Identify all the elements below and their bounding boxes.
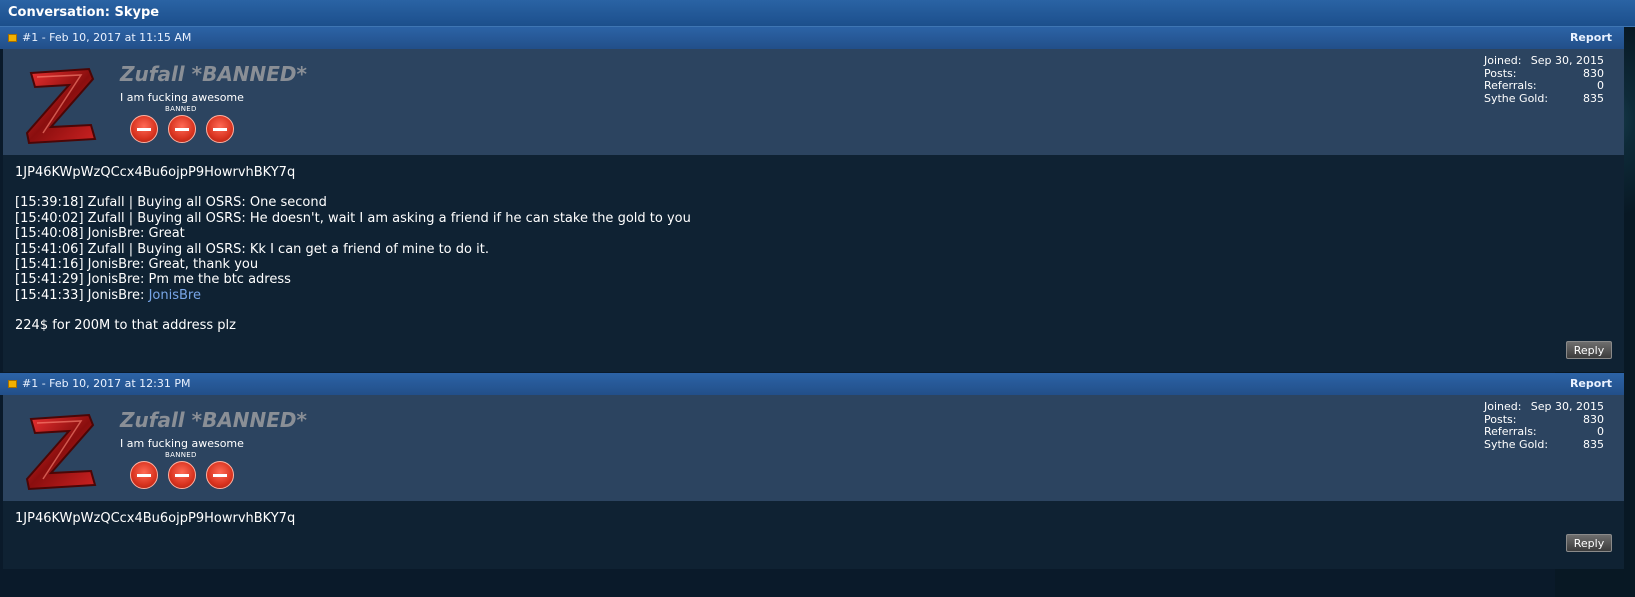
report-link[interactable]: Report [1570, 31, 1612, 44]
post-body: 1JP46KWpWzQCcx4Bu6ojpP9HowrvhBKY7q Reply [3, 501, 1624, 569]
stat-value: 835 [1583, 91, 1604, 105]
no-entry-icon [206, 115, 234, 143]
message-line: 1JP46KWpWzQCcx4Bu6ojpP9HowrvhBKY7q [15, 165, 296, 180]
banned-label: BANNED [165, 451, 197, 459]
post-body: 1JP46KWpWzQCcx4Bu6ojpP9HowrvhBKY7q [15:3… [3, 155, 1624, 372]
post-header: #1 - Feb 10, 2017 at 11:15 AM Report [0, 27, 1624, 49]
stat-value: 0 [1597, 425, 1604, 438]
reply-button[interactable]: Reply [1566, 341, 1612, 359]
no-entry-icon [168, 461, 196, 489]
post-header: #1 - Feb 10, 2017 at 12:31 PM Report [0, 373, 1624, 395]
stat-value: Sep 30, 2015 [1530, 400, 1604, 413]
stat-label: Sythe Gold: [1484, 91, 1549, 105]
message-line: [15:41:29] JonisBre: Pm me the btc adres… [15, 272, 291, 287]
post-icon [8, 34, 17, 42]
message-line: [15:41:06] Zufall | Buying all OSRS: Kk … [15, 242, 489, 257]
conversation-title: Conversation: Skype [8, 5, 160, 20]
no-entry-icon [130, 461, 158, 489]
username[interactable]: Zufall *BANNED* [120, 408, 307, 432]
report-link[interactable]: Report [1570, 377, 1612, 390]
message-line: [15:40:02] Zufall | Buying all OSRS: He … [15, 211, 691, 226]
no-entry-icon [130, 115, 158, 143]
message-line: [15:39:18] Zufall | Buying all OSRS: One… [15, 195, 327, 210]
stat-value: 835 [1583, 437, 1604, 451]
stat-label: Joined: [1484, 400, 1522, 413]
message-line: [15:40:08] JonisBre: Great [15, 226, 185, 241]
stat-value: 0 [1597, 79, 1604, 92]
reply-button[interactable]: Reply [1566, 534, 1612, 552]
message-line: [15:41:16] JonisBre: Great, thank you [15, 257, 259, 272]
message-line: [15:41:33] JonisBre: JonisBre [15, 288, 201, 303]
user-title: I am fucking awesome [120, 91, 244, 104]
stat-label: Sythe Gold: [1484, 437, 1549, 451]
user-title: I am fucking awesome [120, 437, 244, 450]
stat-label: Joined: [1484, 54, 1522, 67]
user-stats: Joined: Sep 30, 2015 Posts: 830 Referrals:… [1484, 54, 1604, 105]
user-info-bar: Zufall *BANNED* I am fucking awesome BAN… [3, 49, 1624, 155]
conversation-titlebar: Conversation: Skype [0, 0, 1635, 27]
username[interactable]: Zufall *BANNED* [120, 62, 307, 86]
post-icon [8, 380, 17, 388]
message-line: 1JP46KWpWzQCcx4Bu6ojpP9HowrvhBKY7q [15, 511, 296, 526]
stat-label: Referrals: [1484, 425, 1537, 438]
user-stats: Joined: Sep 30, 2015 Posts: 830 Referrals:… [1484, 400, 1604, 451]
stat-label: Referrals: [1484, 79, 1537, 92]
stat-value: Sep 30, 2015 [1530, 54, 1604, 67]
z-logo-avatar[interactable] [21, 63, 99, 147]
post-1: #1 - Feb 10, 2017 at 11:15 AM Report Zuf… [0, 27, 1624, 372]
z-logo-avatar[interactable] [21, 409, 99, 493]
post-2: #1 - Feb 10, 2017 at 12:31 PM Report Zuf… [0, 373, 1624, 569]
message-line: 224$ for 200M to that address plz [15, 318, 236, 333]
user-info-bar: Zufall *BANNED* I am fucking awesome BAN… [3, 395, 1624, 501]
no-entry-icon [168, 115, 196, 143]
post-date: #1 - Feb 10, 2017 at 12:31 PM [22, 377, 191, 390]
no-entry-icon [206, 461, 234, 489]
banned-label: BANNED [165, 105, 197, 113]
post-date: #1 - Feb 10, 2017 at 11:15 AM [22, 31, 192, 44]
mention-link[interactable]: JonisBre [149, 288, 201, 303]
message-prefix: [15:41:33] JonisBre: [15, 288, 149, 303]
